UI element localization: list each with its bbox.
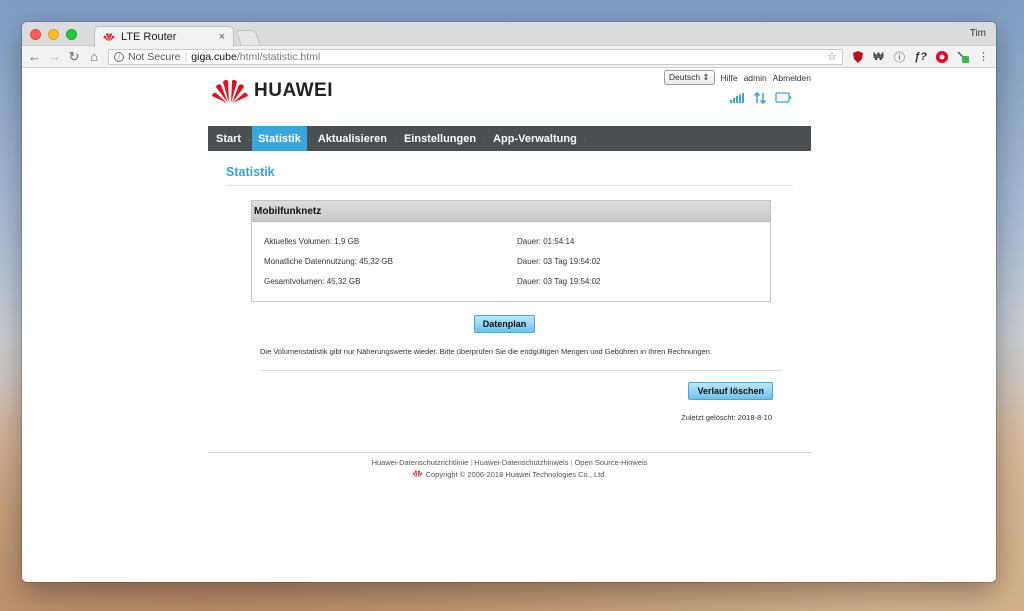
circle-info-extension-icon[interactable]: ⓘ [893,50,906,64]
page-title: Statistik [226,165,275,179]
forward-icon[interactable]: → [48,50,61,63]
top-links: Deutsch ⇕ Hilfe admin Abmelden [663,70,811,85]
huawei-logo: HUAWEI [212,78,333,104]
window-controls [30,29,77,40]
formula-extension-icon[interactable]: ƒ? [914,50,927,63]
privacy-policy-link[interactable]: Huawei-Datenschutzrichtlinie [372,458,469,467]
status-icons [730,92,793,104]
address-bar[interactable]: i Not Secure | giga.cube/html/statistic.… [108,48,843,65]
monthly-usage: Monatliche Datennutzung: 45,32 GB [264,256,393,266]
browser-window: LTE Router × Tim ← → ↻ ⌂ i Not Secure | … [22,22,996,582]
total-duration: Dauer: 03 Tag 19:54:02 [517,276,601,286]
router-page: HUAWEI Deutsch ⇕ Hilfe admin Abmelden St… [208,68,811,422]
page-header: HUAWEI Deutsch ⇕ Hilfe admin Abmelden [208,68,811,126]
url-path: /html/statistic.html [236,50,321,63]
huawei-small-logo-icon [413,470,423,478]
address-separator: | [184,50,188,63]
footer-links: Huawei-Datenschutzrichtlinie | Huawei-Date… [208,457,811,469]
footer: Huawei-Datenschutzrichtlinie | Huawei-Date… [208,457,811,481]
connection-device-icon [775,92,792,103]
huawei-flower-icon [212,79,248,103]
bookmark-star-icon[interactable]: ☆ [827,50,837,63]
mobile-network-panel: Mobilfunknetz Aktuelles Volumen: 1,9 GB … [251,200,771,302]
footer-separator: | [570,458,573,467]
copyright-text: Copyright © 2006-2018 Huawei Technologie… [425,470,607,479]
zoom-window-button[interactable] [66,29,77,40]
browser-tab[interactable]: LTE Router × [94,26,234,47]
footer-divider [208,452,811,453]
url-text: giga.cube/html/statistic.html [191,51,320,63]
privacy-notice-link[interactable]: Huawei-Datenschutzhinweis [474,458,568,467]
web-page: HUAWEI Deutsch ⇕ Hilfe admin Abmelden St… [22,68,996,580]
browser-toolbar: ← → ↻ ⌂ i Not Secure | giga.cube/html/st… [22,46,996,68]
language-select[interactable]: Deutsch ⇕ [663,70,715,85]
volume-note: Die Volumenstatistik gibt nur Näherungsw… [260,347,712,356]
clear-wrap: Verlauf löschen [208,381,773,400]
huawei-favicon-icon [103,33,115,42]
total-volume: Gesamtvolumen: 45,32 GB [264,276,361,286]
datenplan-wrap: Datenplan [208,314,811,333]
profile-name[interactable]: Tim [970,28,986,39]
open-source-link[interactable]: Open Source-Hinweis [574,458,647,467]
title-divider [226,185,793,186]
stat-row-monthly: Monatliche Datennutzung: 45,32 GB Dauer:… [264,251,758,271]
nav-separator: · [583,133,587,144]
back-icon[interactable]: ← [28,50,41,63]
admin-link[interactable]: admin [744,73,767,83]
stat-row-total: Gesamtvolumen: 45,32 GB Dauer: 03 Tag 19… [264,271,758,291]
pinterest-extension-icon[interactable] [935,50,948,63]
w-extension-icon[interactable]: ₩ [872,50,885,63]
stats-list: Aktuelles Volumen: 1,9 GB Dauer: 01:54:1… [252,222,770,301]
nav-item-start[interactable]: Start [210,126,247,151]
clear-history-button[interactable]: Verlauf löschen [688,382,773,400]
not-secure-label: Not Secure [128,50,181,63]
monthly-duration: Dauer: 03 Tag 19:54:02 [517,256,601,266]
current-duration: Dauer: 01:54:14 [517,236,575,246]
stat-row-current: Aktuelles Volumen: 1,9 GB Dauer: 01:54:1… [264,231,758,251]
minimize-window-button[interactable] [48,29,59,40]
tab-title: LTE Router [121,31,177,43]
ublock-extension-icon[interactable] [851,50,864,63]
last-cleared-text: Zuletzt gelöscht: 2018-8-10 [681,413,772,422]
tab-close-icon[interactable]: × [219,31,225,43]
panel-title: Mobilfunknetz [252,201,770,222]
extensions: ₩ ⓘ ƒ? ⋮ [851,50,990,64]
current-volume: Aktuelles Volumen: 1,9 GB [264,236,360,246]
datenplan-button[interactable]: Datenplan [473,315,536,333]
browser-menu-icon[interactable]: ⋮ [977,50,990,63]
footer-separator: | [470,458,473,467]
language-value: Deutsch [668,72,701,82]
signal-strength-icon [730,93,744,103]
title-bar: LTE Router × Tim [22,22,996,47]
nav-item-app-verwaltung[interactable]: App-Verwaltung [487,126,583,151]
url-host: giga.cube [191,50,237,63]
nav-item-einstellungen[interactable]: Einstellungen [398,126,482,151]
content-divider [261,370,782,371]
reload-icon[interactable]: ↻ [68,50,80,63]
home-icon[interactable]: ⌂ [88,50,100,63]
data-transfer-icon [754,92,766,104]
info-icon[interactable]: i [114,51,124,62]
help-link[interactable]: Hilfe [721,73,738,83]
copyright-line: Copyright © 2006-2018 Huawei Technologie… [208,469,811,481]
close-window-button[interactable] [30,29,41,40]
main-navigation: Start · Statistik · Aktualisieren · Eins… [208,126,811,151]
new-tab-button[interactable] [235,30,261,45]
nav-item-aktualisieren[interactable]: Aktualisieren [312,126,393,151]
adblock-extension-icon[interactable] [956,50,969,63]
logout-link[interactable]: Abmelden [773,73,811,83]
nav-item-statistik[interactable]: Statistik [252,126,307,151]
brand-name: HUAWEI [254,80,333,101]
